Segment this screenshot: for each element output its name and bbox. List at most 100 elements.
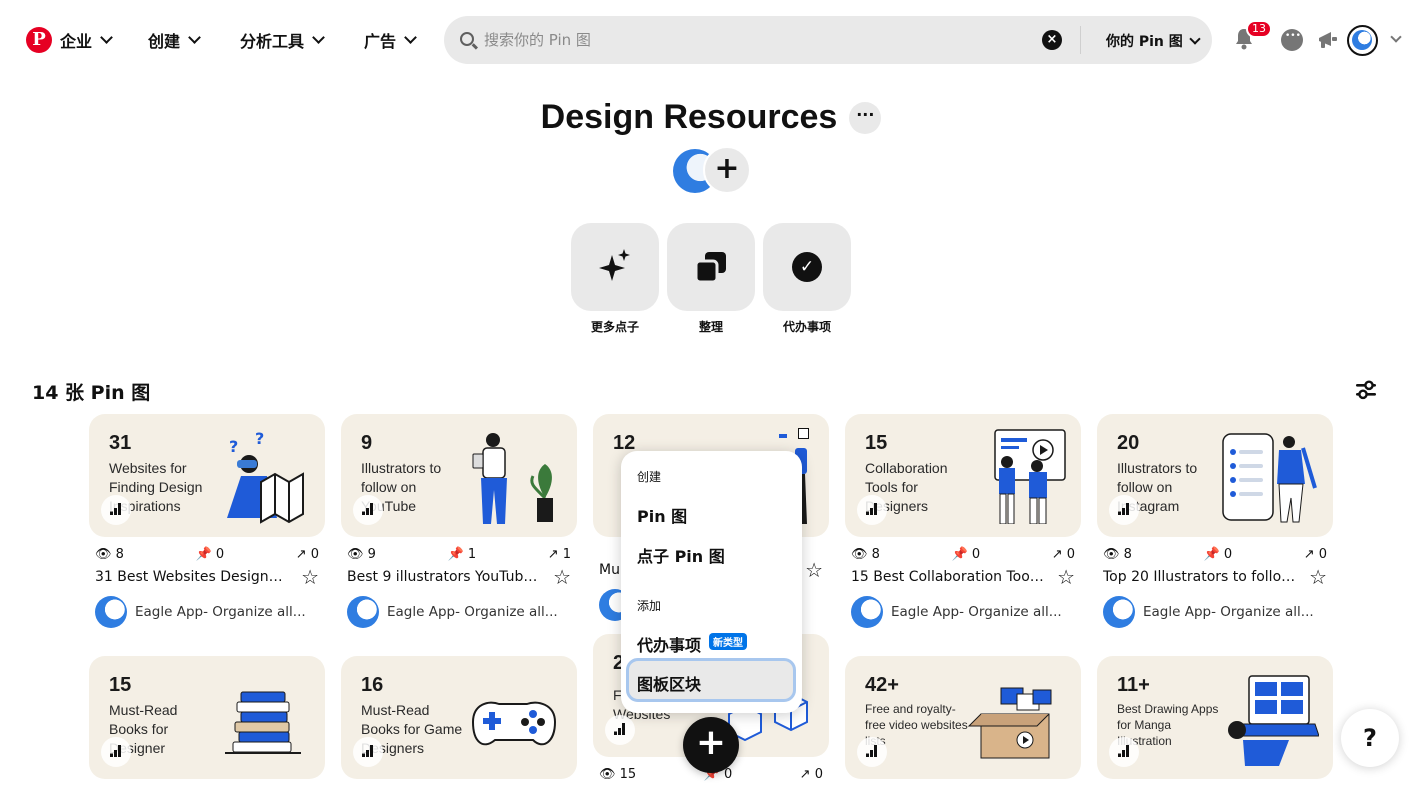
views-value: 15: [619, 767, 637, 782]
pin-image[interactable]: 31 Websites for Finding Design Inspirati…: [89, 414, 325, 537]
pinterest-logo-icon[interactable]: P: [26, 27, 52, 53]
pin-image-number: 16: [361, 674, 384, 696]
saves-stat: 📌 1: [447, 547, 477, 562]
chevron-down-icon: [312, 30, 325, 44]
outbound-stat: ↗ 0: [295, 547, 319, 562]
nav-business[interactable]: 企业: [60, 28, 113, 52]
owner-avatar[interactable]: [347, 596, 379, 628]
nav-ads[interactable]: 广告: [364, 28, 417, 52]
pin-image[interactable]: 16 Must-Read Books for Game Designers: [341, 656, 577, 779]
views-value: 9: [367, 547, 376, 562]
add-collaborator-button[interactable]: +: [703, 146, 751, 194]
pin-card[interactable]: 20 Illustrators to follow on Instagram 👁…: [1097, 414, 1333, 628]
chevron-down-icon: [1189, 33, 1201, 45]
chevron-down-icon: [100, 30, 113, 44]
outbound-value: 0: [814, 767, 823, 782]
pin-title[interactable]: Top 20 Illustrators to follow on Instagr…: [1103, 569, 1299, 585]
pin-owner[interactable]: Eagle App- Organize all...: [341, 596, 577, 628]
create-plus-button[interactable]: +: [683, 717, 739, 773]
pin-image[interactable]: 9 Illustrators to follow on YouTube: [341, 414, 577, 537]
pin-stats: 👁 8 📌 0 ↗ 0: [1097, 547, 1333, 562]
more-ideas-button[interactable]: 更多点子: [571, 223, 659, 335]
menu-item-board-section[interactable]: 图板区块: [637, 671, 701, 695]
pin-image[interactable]: 20 Illustrators to follow on Instagram: [1097, 414, 1333, 537]
pin-image[interactable]: 11+ Best Drawing Apps for Manga Illustra…: [1097, 656, 1333, 779]
pin-stats-icon[interactable]: [857, 495, 887, 525]
clear-search-icon[interactable]: ×: [1042, 30, 1062, 50]
filter-settings-icon[interactable]: [1355, 379, 1377, 401]
search-input[interactable]: [484, 28, 1064, 52]
organize-label: 整理: [698, 320, 723, 334]
pin-owner[interactable]: Eagle App- Organize all...: [89, 596, 325, 628]
pin-stats-icon[interactable]: [353, 737, 383, 767]
outbound-value: 1: [562, 547, 571, 562]
pin-title[interactable]: Best 9 illustrators YouTube Channels: [347, 569, 543, 585]
account-avatar[interactable]: [1347, 25, 1378, 56]
more-ideas-tile[interactable]: [571, 223, 659, 311]
owner-name[interactable]: Eagle App- Organize all...: [891, 604, 1062, 620]
pin-image-number: 15: [865, 432, 888, 454]
menu-item-idea-pin[interactable]: 点子 Pin 图: [637, 543, 725, 567]
pin-image[interactable]: 42+ Free and royalty-free video websites…: [845, 656, 1081, 779]
pin-stats-icon[interactable]: [1109, 495, 1139, 525]
help-button[interactable]: ?: [1341, 709, 1399, 767]
star-icon[interactable]: ☆: [1057, 567, 1075, 587]
owner-avatar[interactable]: [1103, 596, 1135, 628]
sparkle-icon: [599, 249, 630, 281]
todo-button[interactable]: ✓ 代办事项: [763, 223, 851, 335]
pin-card[interactable]: 15 Collaboration Tools for Designers 👁 8…: [845, 414, 1081, 628]
board-more-options-button[interactable]: ···: [849, 101, 882, 134]
organize-tile[interactable]: [667, 223, 755, 311]
owner-name[interactable]: Eagle App- Organize all...: [1143, 604, 1314, 620]
menu-item-pin[interactable]: Pin 图: [637, 503, 687, 527]
owner-avatar[interactable]: [95, 596, 127, 628]
book-stack-illustration: [225, 691, 301, 754]
nav-business-label: 企业: [60, 32, 93, 51]
pin-stats-icon[interactable]: [605, 715, 635, 745]
pin-card[interactable]: 31 Websites for Finding Design Inspirati…: [89, 414, 325, 628]
pin-stats-icon[interactable]: [1109, 737, 1139, 767]
pin-stats-icon[interactable]: [353, 495, 383, 525]
pin-card[interactable]: 16 Must-Read Books for Game Designers: [341, 656, 577, 779]
megaphone-icon[interactable]: [1317, 30, 1339, 50]
views-stat: 👁 8: [1103, 547, 1132, 562]
pin-owner[interactable]: Eagle App- Organize all...: [845, 596, 1081, 628]
search-scope-dropdown[interactable]: 你的 Pin 图: [1106, 31, 1201, 51]
star-icon[interactable]: ☆: [1309, 567, 1327, 587]
star-icon[interactable]: ☆: [301, 567, 319, 587]
pin-owner[interactable]: Eagle App- Organize all...: [1097, 596, 1333, 628]
account-chevron-down-icon[interactable]: [1390, 31, 1402, 43]
star-icon[interactable]: ☆: [553, 567, 571, 587]
saves-value: 0: [1223, 547, 1233, 562]
pin-card[interactable]: 11+ Best Drawing Apps for Manga Illustra…: [1097, 656, 1333, 779]
todo-tile[interactable]: ✓: [763, 223, 851, 311]
views-value: 8: [871, 547, 880, 562]
notification-count-badge: 13: [1246, 20, 1272, 38]
duplicate-icon[interactable]: [798, 428, 809, 439]
pin-stats-icon[interactable]: [857, 737, 887, 767]
pin-stats-icon[interactable]: [101, 495, 131, 525]
pin-image[interactable]: 15 Must-Read Books for Designer: [89, 656, 325, 779]
nav-create[interactable]: 创建: [148, 28, 201, 52]
organize-button[interactable]: 整理: [667, 223, 755, 335]
star-icon[interactable]: ☆: [805, 560, 823, 580]
pin-card[interactable]: 15 Must-Read Books for Designer: [89, 656, 325, 779]
nav-analytics[interactable]: 分析工具: [240, 28, 325, 52]
person-with-plant-illustration: [472, 433, 553, 524]
owner-name[interactable]: Eagle App- Organize all...: [135, 604, 306, 620]
pin-stats-icon[interactable]: [101, 737, 131, 767]
nav-ads-label: 广告: [364, 32, 397, 51]
pin-card[interactable]: 9 Illustrators to follow on YouTube 👁 9 …: [341, 414, 577, 628]
messages-icon[interactable]: [1281, 29, 1303, 51]
pin-title-row: 31 Best Websites Designers Use for Inspi…: [89, 567, 325, 587]
board-title: Design Resources: [540, 98, 838, 136]
pin-image[interactable]: 15 Collaboration Tools for Designers: [845, 414, 1081, 537]
owner-name[interactable]: Eagle App- Organize all...: [387, 604, 558, 620]
menu-item-todo[interactable]: 代办事项: [637, 632, 701, 656]
owner-avatar[interactable]: [851, 596, 883, 628]
pin-card[interactable]: 42+ Free and royalty-free video websites…: [845, 656, 1081, 779]
top-nav-bar: P 企业 创建 分析工具 广告 × 你的 Pin 图 13: [0, 0, 1422, 80]
pin-title[interactable]: 15 Best Collaboration Tools for Designer…: [851, 569, 1047, 585]
pin-title[interactable]: 31 Best Websites Designers Use for Inspi…: [95, 569, 291, 585]
outbound-stat: ↗ 0: [1051, 547, 1075, 562]
